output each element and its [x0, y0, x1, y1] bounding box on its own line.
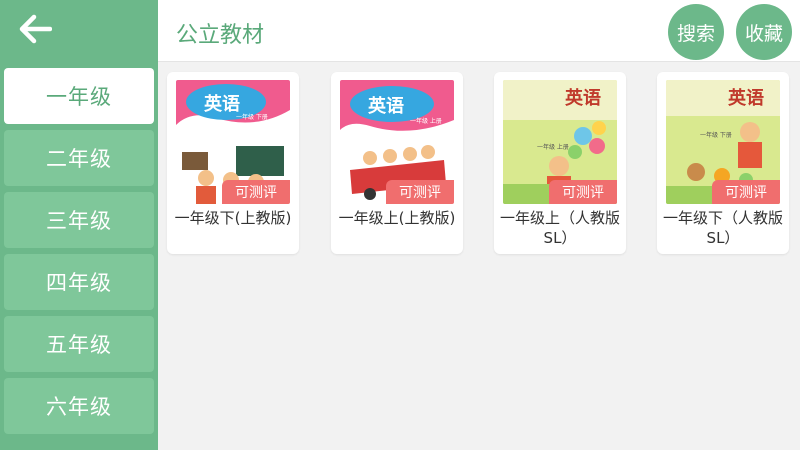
- grade-label: 六年级: [46, 395, 112, 419]
- book-cover: 英语 一年级 上册 可测评: [340, 80, 454, 204]
- sidebar-item-grade-3[interactable]: 三年级: [4, 192, 154, 248]
- grade-label: 五年级: [46, 333, 112, 357]
- assessable-badge: 可测评: [386, 180, 454, 204]
- book-cover: 英语 一年级 下册 可测评: [176, 80, 290, 204]
- grade-label: 四年级: [46, 271, 112, 295]
- book-card[interactable]: 英语 一年级 上册 可测评 一年级上（人教版SL）: [494, 72, 626, 254]
- book-title: 一年级上(上教版): [338, 209, 456, 227]
- book-title: 一年级下(上教版): [174, 209, 292, 227]
- assessable-badge: 可测评: [222, 180, 290, 204]
- search-button[interactable]: 搜索: [668, 4, 724, 60]
- sidebar-item-grade-2[interactable]: 二年级: [4, 130, 154, 186]
- book-card[interactable]: 英语 一年级 下册 可测评 一年级下(上教版): [167, 72, 299, 254]
- grade-label: 一年级: [46, 85, 112, 109]
- sidebar-item-grade-5[interactable]: 五年级: [4, 316, 154, 372]
- grade-label: 二年级: [46, 147, 112, 171]
- cover-subtitle: 一年级 下册: [236, 114, 268, 121]
- book-cover: 英语 一年级 下册 可测评: [666, 80, 780, 204]
- book-title: 一年级下（人教版SL）: [663, 209, 784, 247]
- page-title: 公立教材: [176, 23, 265, 48]
- book-title: 一年级上（人教版SL）: [500, 209, 621, 247]
- cover-title: 英语: [565, 88, 601, 109]
- sidebar-item-grade-4[interactable]: 四年级: [4, 254, 154, 310]
- sidebar-item-grade-1[interactable]: 一年级: [4, 68, 154, 124]
- sidebar-item-grade-6[interactable]: 六年级: [4, 378, 154, 434]
- header: 公立教材 搜索 收藏: [158, 0, 800, 62]
- cover-subtitle: 一年级 上册: [410, 118, 442, 125]
- cover-subtitle: 一年级 下册: [700, 132, 732, 139]
- assessable-badge: 可测评: [549, 180, 617, 204]
- cover-title: 英语: [368, 96, 404, 117]
- sidebar: 一年级 二年级 三年级 四年级 五年级 六年级: [0, 0, 158, 450]
- book-card[interactable]: 英语 一年级 下册 可测评 一年级下（人教版SL）: [657, 72, 789, 254]
- assessable-badge: 可测评: [712, 180, 780, 204]
- arrow-left-icon: [18, 14, 53, 48]
- cover-title: 英语: [728, 88, 764, 109]
- back-button[interactable]: [0, 0, 158, 62]
- book-card[interactable]: 英语 一年级 上册 可测评 一年级上(上教版): [331, 72, 463, 254]
- favorites-button[interactable]: 收藏: [736, 4, 792, 60]
- grade-list: 一年级 二年级 三年级 四年级 五年级 六年级: [4, 68, 154, 440]
- book-cover: 英语 一年级 上册 可测评: [503, 80, 617, 204]
- cover-title: 英语: [204, 94, 240, 115]
- grade-label: 三年级: [46, 209, 112, 233]
- cover-subtitle: 一年级 上册: [537, 144, 569, 151]
